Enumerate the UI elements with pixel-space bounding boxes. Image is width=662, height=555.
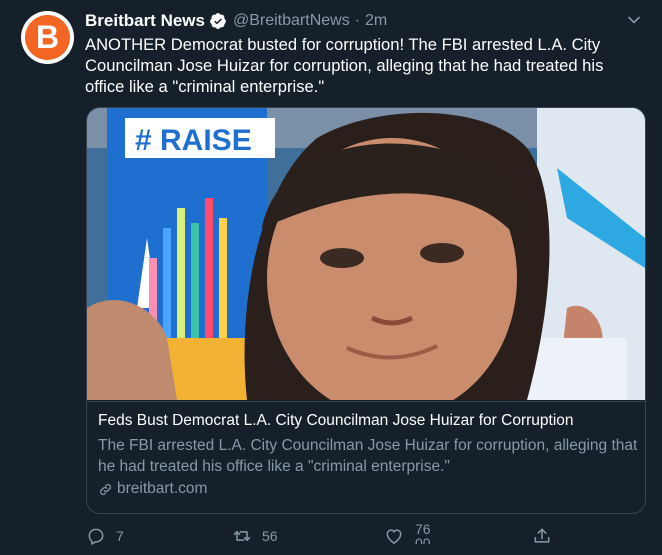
card-title[interactable]: Feds Bust Democrat L.A. City Councilman … (98, 412, 638, 430)
reply-count: 7 (116, 528, 124, 544)
retweet-count: 56 (262, 528, 278, 544)
author-handle[interactable]: @BreitbartNews (233, 12, 350, 30)
breitbart-logo: B (25, 15, 70, 60)
like-count-line-1: 76 (415, 521, 431, 537)
tweet-header: Breitbart News @BreitbartNews · 2m (85, 11, 387, 31)
link-icon (100, 483, 111, 495)
share-icon (534, 528, 550, 543)
timestamp[interactable]: 2m (365, 12, 387, 30)
card-photo: # RAISE (87, 108, 645, 400)
card-domain[interactable]: breitbart.com (98, 480, 207, 498)
like-icon (386, 529, 402, 544)
like-button[interactable] (384, 523, 404, 549)
share-button[interactable] (532, 523, 552, 549)
chevron-down-icon[interactable] (626, 12, 642, 28)
link-card[interactable]: # RAISE Feds Bust Democrat L.A. City Cou… (86, 107, 646, 514)
card-domain-text: breitbart.com (117, 480, 208, 497)
card-info[interactable]: Feds Bust Democrat L.A. City Councilman … (87, 401, 645, 513)
photo-sign-text: # RAISE (135, 124, 252, 157)
card-description: The FBI arrested L.A. City Councilman Jo… (98, 437, 638, 475)
like-count: 76 00 (415, 522, 431, 544)
retweet-icon (233, 531, 251, 541)
tweet[interactable]: B Breitbart News @BreitbartNews · 2m ANO… (0, 0, 662, 555)
author-name[interactable]: Breitbart News (85, 11, 205, 31)
avatar[interactable]: B (21, 11, 74, 64)
separator-dot: · (354, 12, 361, 29)
reply-button[interactable]: 7 (86, 523, 124, 549)
reply-icon (88, 528, 104, 545)
tweet-text: ANOTHER Democrat busted for corruption! … (85, 35, 604, 96)
like-count-line-2: 00 (415, 536, 431, 544)
retweet-button[interactable]: 56 (232, 523, 278, 549)
verified-badge-icon (210, 13, 226, 29)
